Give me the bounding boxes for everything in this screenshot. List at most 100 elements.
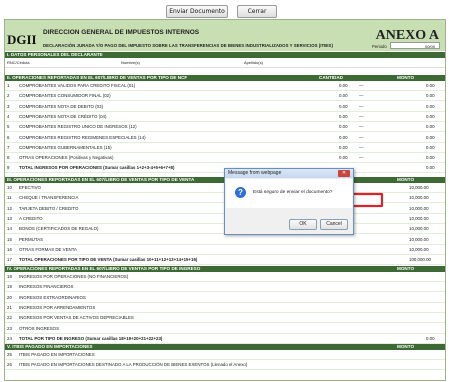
cantidad-field[interactable]: 0.00 (339, 153, 348, 163)
row-number: 26 (7, 362, 12, 368)
row-label: ITBIS PAGADO EN IMPORTACIONES (19, 352, 95, 357)
row-label: EFECTIVO (19, 185, 41, 190)
cerrar-button[interactable]: Cerrar (237, 5, 277, 18)
ok-button[interactable]: OK (289, 219, 317, 230)
table-row: 5 COMPROBANTES REGISTRO UNICO DE INGRESOS… (5, 122, 445, 133)
cantidad-field[interactable]: 0.00 (339, 133, 348, 143)
row-number: 25 (7, 352, 12, 357)
row-label: INGRESOS POR OPERACIONES (NO FINANCIEROS… (19, 274, 129, 279)
table-row: 26 ITBIS PAGADO EN IMPORTACIONES DESTINAD… (5, 360, 445, 371)
monto-field[interactable]: 0.00 (426, 91, 435, 101)
rnc-label: RNC/Cédula (7, 60, 30, 65)
row-label: COMPROBANTES CONSUMIDOR FINAL (02) (19, 93, 111, 99)
section-datos-title: I. DATOS PERSONALES DEL DECLARANTE (7, 52, 103, 57)
row-number: 12 (7, 205, 12, 211)
row-label: OTRAS OPERACIONES (Positivas y Negativas… (19, 155, 114, 161)
table-row: 17 TOTAL OPERACIONES POR TIPO DE VENTA (S… (5, 255, 445, 266)
table-row: 20 INGRESOS EXTRAORDINARIOS (5, 293, 445, 303)
row-label: BONOS (CERTIFICADOS DE REGALO) (19, 226, 99, 232)
periodo-field[interactable]: 00/00 (390, 42, 440, 49)
row-label: COMPROBANTES GUBERNAMENTALES (15) (19, 144, 112, 150)
row-label: OTROS INGRESOS (19, 325, 60, 331)
monto-field[interactable]: 0.00 (426, 143, 435, 153)
row-number: 8 (7, 155, 10, 161)
cantidad-field[interactable]: 0.00 (339, 102, 348, 112)
row-label: OTRAS FORMAS DE VENTA (19, 246, 77, 252)
table-row: 8 OTRAS OPERACIONES (Positivas y Negativa… (5, 153, 445, 164)
table-row: 15 PERMUTAS 10,000.00 (5, 235, 445, 245)
declaracion-title: DECLARACIÓN JURADA Y/O PAGO DEL IMPUESTO… (43, 43, 333, 48)
monto-field[interactable]: 0.00 (426, 334, 435, 344)
row-number: 5 (7, 124, 10, 130)
row-number: 2 (7, 93, 10, 99)
monto-field[interactable]: 10,000.00 (409, 204, 429, 214)
cantidad-field[interactable]: 0.00 (339, 81, 348, 91)
table-row: 3 COMPROBANTES NOTA DE DEBITO (03) 0.00 — 0.… (5, 102, 445, 112)
row-number: 20 (7, 294, 12, 300)
monto-field[interactable]: 10,000.00 (409, 193, 429, 203)
nombre-label: Nombre(s) (121, 60, 140, 65)
monto-field[interactable]: 10,000.00 (409, 224, 429, 234)
monto-field[interactable]: 0.00 (426, 163, 435, 173)
row-label: COMPROBANTES REGISTRO UNICO DE INGRESOS … (19, 124, 137, 130)
row-number: 16 (7, 246, 12, 252)
apellido-label: Apellido(s) (244, 60, 263, 65)
row-number: 11 (7, 195, 12, 201)
cantidad-field[interactable]: 0.00 (339, 91, 348, 101)
periodo-label: Periodo (372, 44, 387, 49)
cantidad-field[interactable]: 0.00 (339, 122, 348, 132)
table-row: 23 OTROS INGRESOS (5, 324, 445, 334)
table-row: 19 INGRESOS FINANCIEROS (5, 282, 445, 293)
table-row: 18 INGRESOS POR OPERACIONES (NO FINANCIER… (5, 272, 445, 282)
monto-field[interactable]: 0.00 (426, 133, 435, 143)
table-row: 22 INGRESOS POR VENTAS DE ACTIVOS DEPRECI… (5, 313, 445, 324)
row-label: TOTAL OPERACIONES POR TIPO DE VENTA (Sum… (19, 257, 198, 263)
table-row: 21 INGRESOS POR ARRENDAMIENTOS (5, 303, 445, 313)
dash-separator: — (359, 113, 364, 119)
monto-field[interactable]: 10,000.00 (409, 245, 429, 255)
dialog-message: Está seguro de enviar el documento? (253, 190, 333, 195)
close-icon[interactable]: ✕ (338, 170, 350, 177)
row-label: COMPROBANTES NOTA DE CRÉDITO (04) (19, 113, 107, 119)
cantidad-field[interactable]: 0.00 (339, 112, 348, 122)
monto-field[interactable]: 0.00 (426, 122, 435, 132)
monto-field[interactable]: 0.00 (426, 102, 435, 112)
table-row: 2 COMPROBANTES CONSUMIDOR FINAL (02) 0.00 —… (5, 91, 445, 102)
row-label: PERMUTAS (19, 236, 44, 242)
row-label: COMPROBANTES VALIDOS PARA CREDITO FISCAL… (19, 83, 136, 88)
row-number: 17 (7, 257, 12, 263)
monto-field[interactable]: 10,000.00 (409, 214, 429, 224)
monto-field[interactable]: 100,000.00 (409, 255, 431, 265)
row-number: 22 (7, 315, 12, 321)
question-icon: ? (235, 187, 246, 198)
form-header: DGII DIRECCION GENERAL DE IMPUESTOS INTE… (5, 20, 445, 51)
dash-separator: — (359, 93, 364, 99)
monto-field[interactable]: 10,000.00 (409, 183, 429, 193)
row-label: ITBIS PAGADO EN IMPORTACIONES DESTINADO … (19, 362, 248, 368)
table-row: 16 OTRAS FORMAS DE VENTA 10,000.00 (5, 245, 445, 255)
row-label: INGRESOS POR VENTAS DE ACTIVOS DEPRECIAB… (19, 315, 134, 321)
dash-separator: — (359, 144, 364, 150)
row-number: 23 (7, 325, 12, 331)
monto-field[interactable]: 0.00 (426, 112, 435, 122)
enviar-documento-button[interactable]: Enviar Documento (166, 5, 228, 18)
row-number: 19 (7, 284, 12, 290)
table-row: 7 COMPROBANTES GUBERNAMENTALES (15) 0.00 — 0… (5, 143, 445, 153)
row-number: 14 (7, 226, 12, 232)
cancel-button[interactable]: Cancel (320, 219, 348, 230)
row-number: 4 (7, 113, 10, 119)
row-number: 1 (7, 83, 10, 88)
direccion-title: DIRECCION GENERAL DE IMPUESTOS INTERNOS (43, 29, 200, 36)
datos-personales-row: RNC/Cédula Nombre(s) Apellido(s) (5, 59, 445, 68)
cantidad-field[interactable]: 0.00 (339, 143, 348, 153)
dash-separator: — (359, 83, 364, 88)
dgii-logo: DGII (7, 32, 37, 47)
row-number: 10 (7, 185, 12, 190)
monto-field[interactable]: 10,000.00 (409, 235, 429, 245)
monto-field[interactable]: 0.00 (426, 81, 435, 91)
row-number: 15 (7, 236, 12, 242)
row-label: INGRESOS POR ARRENDAMIENTOS (19, 304, 96, 310)
row-number: 13 (7, 215, 12, 221)
table-row: 1 COMPROBANTES VALIDOS PARA CREDITO FISCA… (5, 81, 445, 91)
monto-field[interactable]: 0.00 (426, 153, 435, 163)
